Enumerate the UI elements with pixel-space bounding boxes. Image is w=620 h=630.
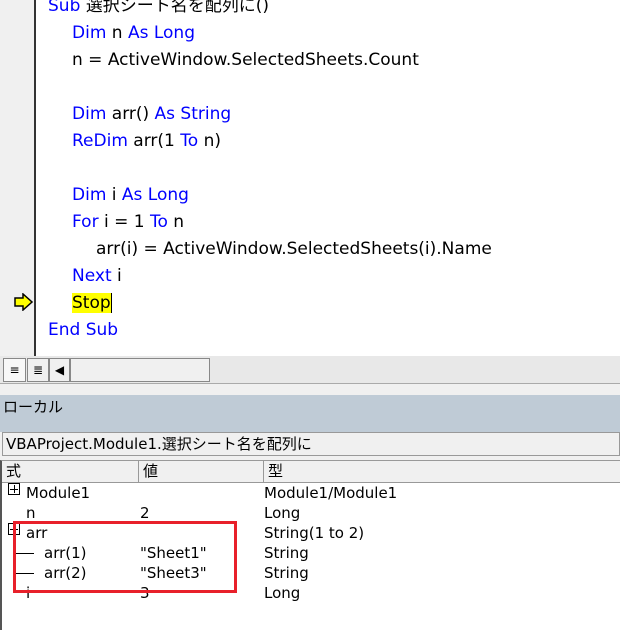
keyword: To (180, 131, 204, 151)
code-text: arr() (111, 104, 155, 124)
header-value[interactable]: 値 (139, 461, 264, 483)
keyword: To (149, 212, 174, 232)
keyword: Dim (72, 104, 112, 124)
code-line[interactable]: For i = 1 To n (72, 209, 184, 236)
horizontal-scrollbar[interactable] (70, 358, 210, 382)
locals-context: VBAProject.Module1.選択シート名を配列に (2, 432, 620, 456)
locals-row[interactable]: n 2 Long (2, 503, 620, 523)
code-line[interactable]: Sub 選択シート名を配列に() (48, 0, 269, 20)
full-module-view-button[interactable]: ≣ (27, 358, 49, 382)
current-statement: Stop (72, 293, 111, 313)
code-line[interactable]: End Sub (48, 317, 118, 344)
type: String(1 to 2) (264, 524, 365, 542)
expand-icon[interactable] (8, 483, 20, 495)
code-text: i (111, 185, 122, 205)
code-line[interactable]: arr(i) = ActiveWindow.SelectedSheets(i).… (96, 236, 492, 263)
expression: Module1 (26, 484, 91, 502)
code-line[interactable]: Next i (72, 263, 122, 290)
keyword: Sub (48, 0, 86, 16)
keyword: ReDim (72, 131, 134, 151)
keyword: Dim (72, 23, 112, 43)
code-text: arr(i) = ActiveWindow.SelectedSheets(i).… (96, 239, 492, 259)
value[interactable]: 2 (140, 503, 150, 523)
type: Module1/Module1 (264, 484, 398, 502)
expression: n (26, 504, 36, 522)
type: String (264, 564, 309, 582)
header-expression[interactable]: 式 (2, 461, 139, 483)
procedure-view-button[interactable]: ≡ (3, 358, 26, 382)
code-line[interactable]: Stop (72, 290, 112, 317)
code-text: arr(1 (133, 131, 181, 151)
code-text: 選択シート名を配列に() (85, 0, 270, 16)
header-type[interactable]: 型 (264, 461, 620, 483)
code-line[interactable]: n = ActiveWindow.SelectedSheets.Count (72, 47, 419, 74)
code-line[interactable]: ReDim arr(1 To n) (72, 128, 221, 155)
code-text: n (173, 212, 185, 232)
keyword: End Sub (48, 320, 119, 340)
execution-pointer-arrow-icon (14, 293, 34, 311)
code-line[interactable]: Dim i As Long (72, 182, 189, 209)
locals-window-title: ローカル (0, 395, 620, 432)
highlight-box (13, 521, 237, 593)
type: Long (264, 504, 301, 522)
code-text: i = 1 (103, 212, 150, 232)
text-cursor (110, 293, 112, 313)
code-text: n = ActiveWindow.SelectedSheets.Count (72, 50, 419, 70)
type: Long (264, 584, 301, 602)
keyword: As String (154, 104, 232, 124)
scroll-left-button[interactable]: ◀ (49, 358, 70, 382)
code-text: n (111, 23, 128, 43)
code-text: i (117, 266, 122, 286)
locals-row[interactable]: Module1 Module1/Module1 (2, 483, 620, 503)
type: String (264, 544, 309, 562)
code-text: n) (203, 131, 221, 151)
keyword: Next (72, 266, 118, 286)
code-line[interactable]: Dim arr() As String (72, 101, 231, 128)
keyword: As Long (121, 185, 189, 205)
code-editor[interactable]: Sub 選択シート名を配列に() Dim n As Long n = ActiveW… (0, 0, 620, 356)
code-line[interactable]: Dim n As Long (72, 20, 195, 47)
code-window-toolbar: ≡ ≣ ◀ (0, 356, 620, 384)
keyword: As Long (127, 23, 195, 43)
keyword: Dim (72, 185, 112, 205)
keyword: For (72, 212, 104, 232)
